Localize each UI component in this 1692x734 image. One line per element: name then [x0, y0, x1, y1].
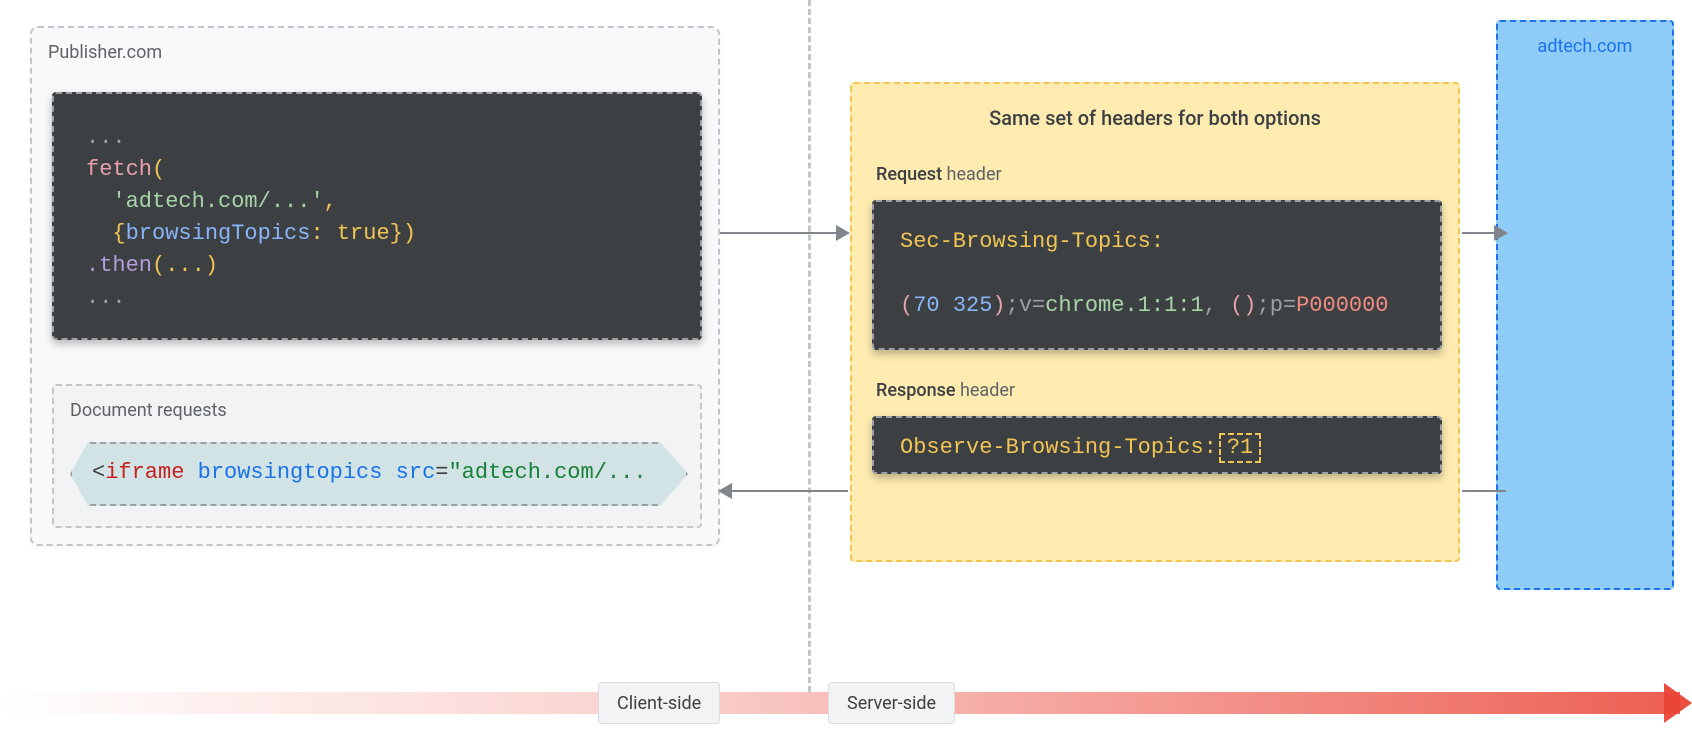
arrow-headers-to-publisher: [720, 490, 848, 492]
req-semi2: ;: [1256, 293, 1269, 318]
arrow-headers-to-adtech: [1462, 232, 1506, 234]
code-open-paren: (: [152, 157, 165, 182]
req-vkey: v=: [1019, 293, 1045, 318]
fetch-code-block: ... fetch( 'adtech.com/...', {browsingTo…: [52, 92, 702, 340]
code-opt-val: true: [337, 221, 390, 246]
headers-title: Same set of headers for both options: [852, 106, 1458, 130]
response-header-label-strong: Response: [876, 380, 956, 401]
req-header-name: Sec-Browsing-Topics:: [900, 229, 1164, 254]
publisher-title: Publisher.com: [48, 42, 162, 63]
res-header-name: Observe-Browsing-Topics:: [900, 435, 1217, 460]
client-side-chip: Client-side: [598, 682, 720, 724]
code-ellipsis-bot: ...: [86, 285, 126, 310]
response-header-label: Response header: [876, 380, 1015, 401]
req-pkey: p=: [1270, 293, 1296, 318]
document-requests-panel: Document requests <iframe browsingtopics…: [52, 384, 702, 528]
req-p2: ): [992, 293, 1005, 318]
code-url: 'adtech.com/...': [112, 189, 323, 214]
adtech-panel: adtech.com: [1496, 20, 1674, 590]
code-then-args: (...): [152, 253, 218, 278]
code-ellipsis-top: ...: [86, 125, 126, 150]
request-header-block: Sec-Browsing-Topics: (70 325);v=chrome.1…: [872, 200, 1442, 350]
headers-panel: Same set of headers for both options Req…: [850, 82, 1460, 562]
req-pval: P000000: [1296, 293, 1388, 318]
code-comma: ,: [324, 189, 337, 214]
res-header-val: ?1: [1219, 433, 1261, 463]
adtech-title: adtech.com: [1498, 36, 1672, 57]
req-sp: [940, 293, 953, 318]
publisher-panel: Publisher.com ... fetch( 'adtech.com/...…: [30, 26, 720, 546]
response-header-block: Observe-Browsing-Topics:?1: [872, 416, 1442, 474]
req-p3: (: [1230, 293, 1243, 318]
response-header-label-light: header: [956, 380, 1016, 401]
server-side-chip: Server-side: [828, 682, 955, 724]
document-requests-title: Document requests: [70, 400, 227, 421]
tag-attr-src: src: [396, 460, 436, 485]
code-close-paren: ): [403, 221, 416, 246]
code-then: .then: [86, 253, 152, 278]
req-n2: 325: [953, 293, 993, 318]
req-comma: ,: [1204, 293, 1230, 318]
req-n1: 70: [913, 293, 939, 318]
request-header-label-light: header: [942, 164, 1002, 185]
request-header-label: Request header: [876, 164, 1002, 185]
req-p1: (: [900, 293, 913, 318]
code-opt-key: browsingTopics: [126, 221, 311, 246]
tag-name-iframe: iframe: [105, 460, 184, 485]
arrow-publisher-to-headers: [720, 232, 848, 234]
code-opt-open: {: [112, 221, 125, 246]
req-vval: chrome.1:1:1: [1045, 293, 1203, 318]
tag-src-val: "adtech.com/...: [448, 460, 646, 485]
tag-lt: <: [92, 460, 105, 485]
iframe-tag-block: <iframe browsingtopics src="adtech.com/.…: [70, 442, 688, 506]
tag-eq: =: [435, 460, 448, 485]
req-p4: ): [1243, 293, 1256, 318]
code-colon: :: [310, 221, 323, 246]
code-opt-close: }: [390, 221, 403, 246]
code-fetch: fetch: [86, 157, 152, 182]
arrow-adtech-to-headers: [1462, 490, 1506, 492]
client-server-divider: [808, 0, 811, 692]
req-semi: ;: [1006, 293, 1019, 318]
tag-attr-browsingtopics: browsingtopics: [198, 460, 383, 485]
request-header-label-strong: Request: [876, 164, 942, 185]
